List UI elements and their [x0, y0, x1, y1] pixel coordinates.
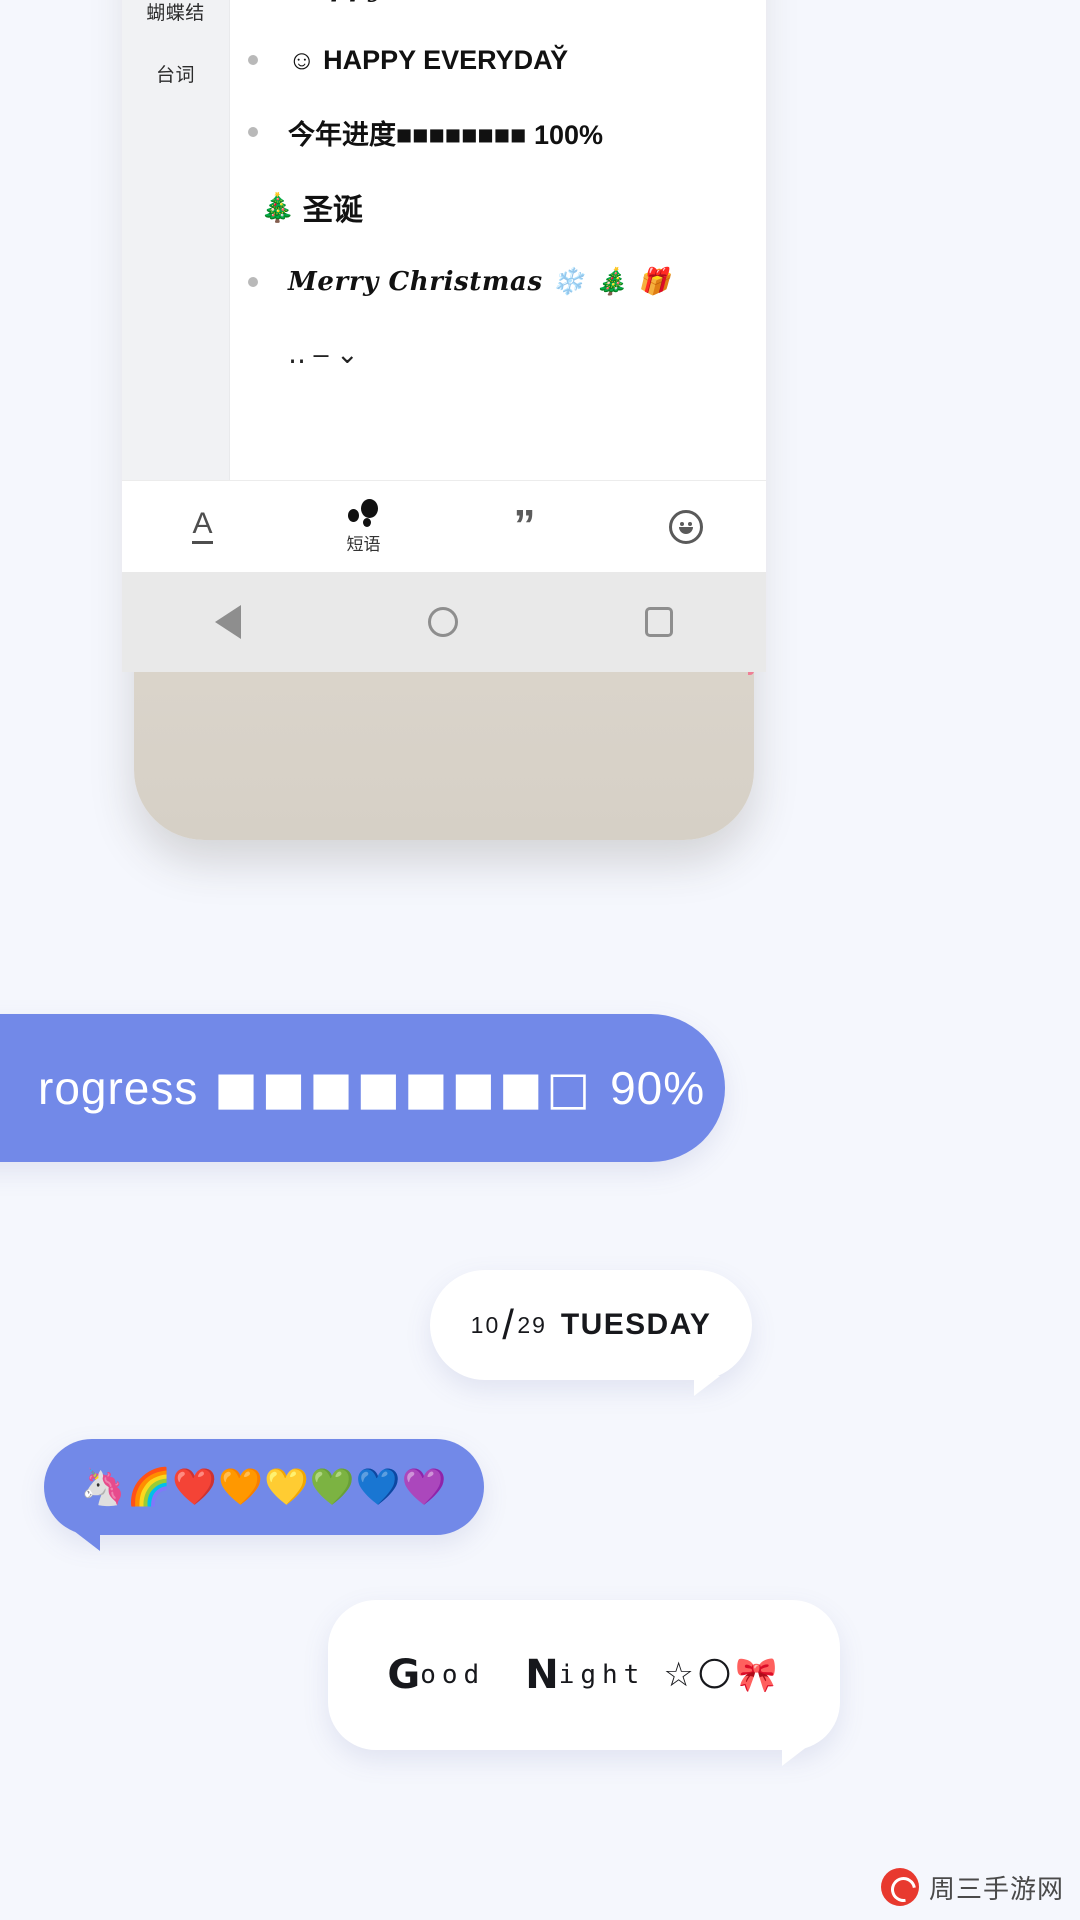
date-bubble[interactable]: 10 / 29 TUESDAY: [430, 1270, 752, 1396]
screen-root: Emoji 蝴蝶结 台词 ❄️ Happy New Year 🌿: [0, 0, 1080, 1920]
phrase-dots-icon: [347, 498, 381, 527]
list-item[interactable]: Merry Christmas ❄️ 🎄 🎁: [248, 246, 766, 318]
list-item[interactable]: 今年进度■■■■■■■■ 100%: [248, 96, 766, 168]
phrase-category-sidebar: Emoji 蝴蝶结 台词: [122, 0, 230, 480]
bullet-icon: [248, 277, 258, 287]
tab-phrases[interactable]: 短语: [283, 498, 444, 555]
quote-icon: ”: [513, 501, 536, 551]
sidebar-item-lines[interactable]: 台词: [122, 42, 229, 104]
bubble-tail: [74, 1531, 100, 1551]
sidebar-item-label: 蝴蝶结: [146, 2, 205, 24]
phrase-text: 今年进度■■■■■■■■ 100%: [288, 119, 604, 150]
android-navbar: [122, 572, 766, 672]
date-slash: /: [502, 1301, 516, 1348]
phrase-text: Merry Christmas ❄️ 🎄 🎁: [288, 267, 671, 297]
nav-back-icon[interactable]: [215, 605, 242, 639]
bullet-icon: [248, 127, 258, 137]
phrase-panel: Emoji 蝴蝶结 台词 ❄️ Happy New Year 🌿: [122, 0, 766, 480]
night-moon-icon: ☆🌕🎀: [663, 1655, 781, 1695]
list-item-partial[interactable]: ‥ ‒ ⌄: [248, 318, 766, 390]
phrase-text: Happy New Year: [288, 0, 533, 3]
nav-recent-icon[interactable]: [644, 607, 673, 637]
tab-emoji[interactable]: [605, 509, 766, 544]
tab-phrases-label: 短语: [346, 534, 381, 554]
text-format-icon: A: [192, 509, 213, 544]
christmas-tree-icon: 🎄: [260, 190, 295, 224]
tab-quotes[interactable]: ”: [444, 501, 605, 551]
emoji-string: 🦄🌈❤️🧡💛💚💙💜: [80, 1467, 448, 1508]
phrase-text: ‥ ‒ ⌄: [288, 338, 359, 369]
phrase-section-heading: 🎄 圣诞: [248, 168, 766, 246]
watermark-text: 周三手游网: [928, 1873, 1064, 1904]
section-heading-label: 圣诞: [302, 194, 363, 227]
good-night-bubble[interactable]: G ood N ight ☆🌕🎀: [328, 1600, 840, 1766]
list-item[interactable]: Happy New Year: [248, 0, 766, 24]
emoji-bubble[interactable]: 🦄🌈❤️🧡💛💚💙💜: [44, 1439, 484, 1551]
progress-label: rogress: [38, 1062, 199, 1114]
bubble-tail: [782, 1746, 808, 1766]
sidebar-item-label: 台词: [155, 64, 195, 86]
watermark-logo-icon: [880, 1868, 919, 1906]
progress-blocks: ■■■■■■■□: [214, 1061, 595, 1115]
date-day: 29: [517, 1311, 547, 1338]
night-word1-capital: G: [387, 1652, 421, 1698]
night-word1-rest: ood: [420, 1660, 486, 1690]
bubble-tail: [694, 1376, 720, 1396]
bullet-icon: [248, 55, 258, 65]
phrase-text: ☺ HAPPY EVERYDAY̆: [288, 44, 569, 75]
keyboard-toolbar: A 短语 ”: [122, 480, 766, 572]
watermark: 周三手游网: [880, 1868, 1064, 1906]
progress-bubble[interactable]: rogress ■■■■■■■□ 90%: [0, 1014, 725, 1162]
progress-percent: 90%: [610, 1062, 706, 1114]
sidebar-item-bow[interactable]: 蝴蝶结: [122, 0, 229, 42]
phone-screen: Emoji 蝴蝶结 台词 ❄️ Happy New Year 🌿: [122, 0, 766, 572]
tab-text-format[interactable]: A: [122, 509, 283, 544]
emoji-smiley-icon: [668, 509, 703, 544]
date-month: 10: [470, 1311, 501, 1338]
phone-mockup: Emoji 蝴蝶结 台词 ❄️ Happy New Year 🌿: [122, 0, 766, 840]
night-word2-rest: ight: [558, 1660, 646, 1690]
phrase-list[interactable]: ❄️ Happy New Year 🌿 Happy New Year ☺ HAP…: [230, 0, 766, 480]
nav-home-icon[interactable]: [427, 607, 458, 637]
date-weekday: TUESDAY: [560, 1308, 712, 1341]
list-item[interactable]: ☺ HAPPY EVERYDAY̆: [248, 24, 766, 96]
night-word2-capital: N: [525, 1652, 559, 1698]
